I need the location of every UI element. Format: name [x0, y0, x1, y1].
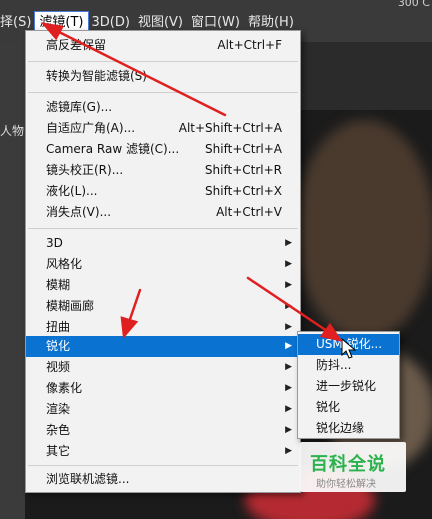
menu-item-label: 渲染	[46, 402, 71, 416]
menu-item-sharpen[interactable]: 锐化 ▶	[26, 336, 300, 357]
menu-separator	[28, 61, 298, 62]
menu-item-label: 扭曲	[46, 320, 71, 334]
submenu-arrow-icon: ▶	[285, 362, 292, 372]
submenu-arrow-icon: ▶	[285, 404, 292, 414]
submenu-arrow-icon: ▶	[285, 280, 292, 290]
filter-menu: 高反差保留 Alt+Ctrl+F 转换为智能滤镜(S) 滤镜库(G)... 自适…	[25, 30, 301, 493]
menu-item-shortcut: Shift+Ctrl+X	[205, 184, 282, 198]
menu-item-label: 进一步锐化	[316, 379, 377, 393]
menu-item-label: 其它	[46, 444, 71, 458]
menu-item-stylize[interactable]: 风格化 ▶	[26, 254, 300, 275]
menu-item-3d[interactable]: 3D ▶	[26, 233, 300, 254]
menu-item-liquify[interactable]: 液化(L)... Shift+Ctrl+X	[26, 181, 300, 202]
menu-item-shortcut: Alt+Shift+Ctrl+A	[178, 121, 282, 135]
menu-item-pixelate[interactable]: 像素化 ▶	[26, 378, 300, 399]
submenu-arrow-icon: ▶	[285, 383, 292, 393]
menu-item-label: 模糊	[46, 278, 71, 292]
submenu-item-sharpen[interactable]: 锐化	[298, 397, 399, 418]
submenu-arrow-icon: ▶	[285, 301, 292, 311]
menu-item-other[interactable]: 其它 ▶	[26, 441, 300, 462]
submenu-arrow-icon: ▶	[285, 341, 292, 351]
menu-item-filter-gallery[interactable]: 滤镜库(G)...	[26, 97, 300, 118]
corner-text: 300 C	[397, 0, 430, 9]
menu-item-convert-smart-filter[interactable]: 转换为智能滤镜(S)	[26, 66, 300, 87]
menu-separator	[28, 465, 298, 466]
menu-item-label: 杂色	[46, 423, 71, 437]
menu-item-label: 锐化	[46, 339, 71, 353]
menu-item-video[interactable]: 视频 ▶	[26, 357, 300, 378]
menu-item-lens-correction[interactable]: 镜头校正(R)... Shift+Ctrl+R	[26, 160, 300, 181]
menu-item-label: 自适应广角(A)...	[46, 121, 136, 135]
menu-item-blur[interactable]: 模糊 ▶	[26, 275, 300, 296]
menu-item-label: 3D	[46, 236, 63, 250]
menu-item-shortcut: Alt+Ctrl+V	[216, 205, 282, 219]
menu-item-browse-online[interactable]: 浏览联机滤镜...	[26, 469, 300, 490]
submenu-arrow-icon: ▶	[285, 446, 292, 456]
submenu-arrow-icon: ▶	[285, 238, 292, 248]
submenu-item-sharpen-edges[interactable]: 锐化边缘	[298, 418, 399, 439]
watermark: 百科全说 助你轻松解决	[300, 442, 406, 492]
menu-item-label: Camera Raw 滤镜(C)...	[46, 142, 180, 156]
menu-item-label: 锐化	[316, 400, 341, 414]
menu-item-label: 高反差保留	[46, 38, 107, 52]
menu-item-vanishing-point[interactable]: 消失点(V)... Alt+Ctrl+V	[26, 202, 300, 223]
watermark-title: 百科全说	[310, 454, 386, 475]
document-tab-label[interactable]: 人物	[0, 122, 24, 139]
menu-item-noise[interactable]: 杂色 ▶	[26, 420, 300, 441]
menu-item-label: 滤镜库(G)...	[46, 100, 113, 114]
submenu-arrow-icon: ▶	[285, 259, 292, 269]
menu-item-label: 风格化	[46, 257, 83, 271]
submenu-arrow-icon: ▶	[285, 322, 292, 332]
menu-item-label: 模糊画廊	[46, 299, 95, 313]
menu-item-camera-raw[interactable]: Camera Raw 滤镜(C)... Shift+Ctrl+A	[26, 139, 300, 160]
menu-item-render[interactable]: 渲染 ▶	[26, 399, 300, 420]
menu-item-label: 转换为智能滤镜(S)	[46, 69, 147, 83]
menu-item-shortcut: Alt+Ctrl+F	[217, 38, 282, 52]
menu-separator	[28, 92, 298, 93]
submenu-arrow-icon: ▶	[285, 425, 292, 435]
menu-item-label: 像素化	[46, 381, 83, 395]
menu-item-shortcut: Shift+Ctrl+R	[204, 163, 282, 177]
photo-blob	[295, 120, 432, 340]
menu-item-label: 锐化边缘	[316, 421, 365, 435]
menu-item-blur-gallery[interactable]: 模糊画廊 ▶	[26, 296, 300, 317]
menu-item-label: 镜头校正(R)...	[46, 163, 124, 177]
menu-separator	[28, 228, 298, 229]
menu-item-distort[interactable]: 扭曲 ▶	[26, 317, 300, 338]
mouse-cursor-icon	[341, 338, 357, 359]
watermark-subtitle: 助你轻松解决	[316, 479, 376, 490]
menu-item-label: 消失点(V)...	[46, 205, 112, 219]
menu-item-label: 液化(L)...	[46, 184, 98, 198]
submenu-item-sharpen-more[interactable]: 进一步锐化	[298, 376, 399, 397]
menu-item-label: 视频	[46, 360, 71, 374]
left-panel: 人物	[0, 42, 25, 519]
menu-item-shortcut: Shift+Ctrl+A	[205, 142, 282, 156]
menu-item-high-pass[interactable]: 高反差保留 Alt+Ctrl+F	[26, 35, 300, 56]
menu-item-adaptive-wide-angle[interactable]: 自适应广角(A)... Alt+Shift+Ctrl+A	[26, 118, 300, 139]
menu-item-label: 浏览联机滤镜...	[46, 472, 130, 486]
